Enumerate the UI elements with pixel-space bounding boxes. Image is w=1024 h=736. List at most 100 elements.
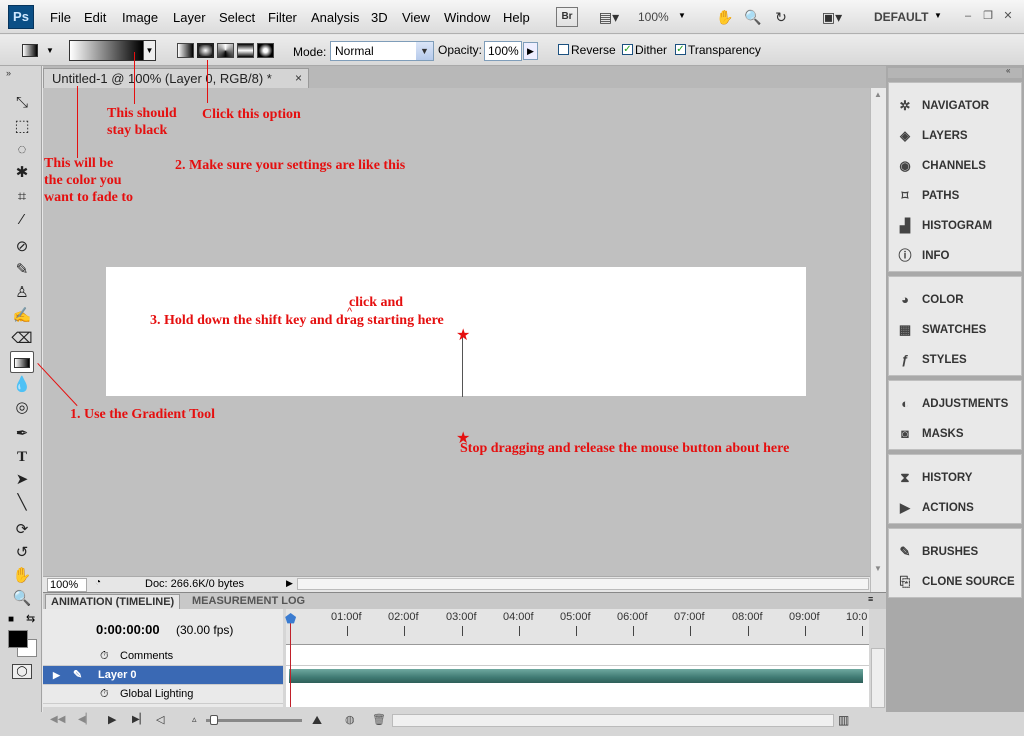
line-tool-icon[interactable]: ╲ xyxy=(10,492,34,514)
panel-swatches[interactable]: ▦ SWATCHES xyxy=(896,319,986,341)
layer-duration-bar[interactable] xyxy=(289,669,863,683)
stopwatch-icon[interactable]: ⏱ xyxy=(100,647,109,666)
timeline-vertical-scrollbar[interactable] xyxy=(871,648,885,708)
menu-3d[interactable]: 3D xyxy=(371,10,388,25)
first-frame-icon[interactable]: ◀◀ xyxy=(50,714,65,725)
vertical-scrollbar[interactable] xyxy=(870,88,886,592)
reverse-checkbox[interactable] xyxy=(558,44,569,55)
zoom-tool-icon[interactable]: 🔍 xyxy=(10,588,34,610)
tool-preset-icon[interactable] xyxy=(22,44,38,57)
tool-preset-dropdown-icon[interactable]: ▼ xyxy=(46,46,54,55)
quick-mask-icon[interactable]: ◯ xyxy=(12,664,32,679)
zoom-icon[interactable]: 🔍 xyxy=(742,7,764,27)
blur-tool-icon[interactable]: 💧 xyxy=(10,374,34,396)
eraser-tool-icon[interactable]: ⌫ xyxy=(10,328,34,350)
next-frame-icon[interactable]: ▶▏ xyxy=(132,714,147,725)
tab-measurement-log[interactable]: MEASUREMENT LOG xyxy=(187,594,310,609)
playhead[interactable] xyxy=(290,614,291,707)
lasso-tool-icon[interactable]: ◌ xyxy=(10,139,34,161)
hand-icon[interactable]: ✋ xyxy=(714,7,736,27)
timeline-row-layer-0[interactable]: ▶ ✎ Layer 0 xyxy=(43,666,283,685)
hand-tool-icon[interactable]: ✋ xyxy=(10,565,34,587)
previous-frame-icon[interactable]: ◀▏ xyxy=(78,714,93,725)
arrange-documents-icon[interactable]: ▣▾ xyxy=(814,7,850,27)
opacity-slider-icon[interactable]: ▶ xyxy=(523,42,538,60)
restore-icon[interactable]: ❐ xyxy=(980,8,996,24)
opacity-input[interactable]: 100% xyxy=(484,41,522,61)
expand-panels-icon[interactable]: « xyxy=(1006,66,1010,75)
menu-select[interactable]: Select xyxy=(219,10,255,25)
zoom-level[interactable]: 100% xyxy=(638,10,669,24)
panel-info[interactable]: ⓘ INFO xyxy=(896,245,949,267)
timeline-row-comments[interactable]: ⏱ Comments xyxy=(43,647,283,666)
document-close-icon[interactable]: × xyxy=(295,71,302,85)
default-colors-icon[interactable]: ■ xyxy=(8,614,14,625)
current-time-indicator-icon[interactable]: ⬟ xyxy=(285,611,296,627)
brush-tool-icon[interactable]: ✎ xyxy=(10,259,34,281)
menu-window[interactable]: Window xyxy=(444,10,490,25)
document-tab[interactable]: Untitled-1 @ 100% (Layer 0, RGB/8) * xyxy=(43,68,309,88)
swap-colors-icon[interactable]: ⇆ xyxy=(26,612,35,625)
panel-color[interactable]: ◕ COLOR xyxy=(896,289,963,311)
timeline-zoom-thumb[interactable] xyxy=(210,715,218,725)
horizontal-scrollbar[interactable] xyxy=(297,578,869,590)
panel-adjustments[interactable]: ◐ ADJUSTMENTS xyxy=(896,393,1008,415)
panel-styles[interactable]: ƒ STYLES xyxy=(896,349,966,371)
status-menu-arrow-icon[interactable]: ▶ xyxy=(286,578,293,589)
audio-icon[interactable]: ◁ xyxy=(156,713,164,726)
healing-brush-tool-icon[interactable]: ⊘ xyxy=(10,236,34,258)
play-icon[interactable]: ▶ xyxy=(108,713,116,726)
screen-mode-icon[interactable]: ▤▾ xyxy=(592,7,626,27)
menu-image[interactable]: Image xyxy=(122,10,158,25)
eyedropper-tool-icon[interactable]: ⁄ xyxy=(10,209,34,231)
diamond-gradient-button[interactable] xyxy=(257,43,274,58)
panel-clone-source[interactable]: ⎘ CLONE SOURCE xyxy=(896,571,1015,593)
timeline-row-global-lighting[interactable]: ⏱ Global Lighting xyxy=(43,685,283,704)
timeline-zoom-slider[interactable] xyxy=(206,719,302,722)
marquee-tool-icon[interactable]: ⬚ xyxy=(10,116,34,138)
status-zoom[interactable]: 100% xyxy=(47,578,87,592)
3d-rotate-tool-icon[interactable]: ⟳ xyxy=(10,519,34,541)
pen-tool-icon[interactable]: ✒ xyxy=(10,423,34,445)
panel-navigator[interactable]: ✲ NAVIGATOR xyxy=(896,95,990,117)
angle-gradient-button[interactable] xyxy=(217,43,234,58)
menu-layer[interactable]: Layer xyxy=(173,10,206,25)
scroll-up-icon[interactable]: ▲ xyxy=(874,90,882,99)
menu-analysis[interactable]: Analysis xyxy=(311,10,359,25)
status-info-icon[interactable]: ◔ xyxy=(95,577,101,588)
move-tool-icon[interactable]: ⤡ xyxy=(10,92,34,114)
linear-gradient-button[interactable] xyxy=(177,43,194,58)
menu-file[interactable]: File xyxy=(50,10,71,25)
zoom-in-timeline-icon[interactable]: ⛰ xyxy=(312,713,322,728)
tab-animation-timeline[interactable]: ANIMATION (TIMELINE) xyxy=(45,594,181,609)
workspace-switcher[interactable]: DEFAULT xyxy=(874,10,928,24)
path-selection-tool-icon[interactable]: ➤ xyxy=(10,469,34,491)
minimize-icon[interactable]: – xyxy=(960,8,976,24)
type-tool-icon[interactable]: T xyxy=(10,446,34,468)
close-icon[interactable]: ✕ xyxy=(1000,8,1016,24)
dither-checkbox[interactable]: ✓ xyxy=(622,44,633,55)
timecode[interactable]: 0:00:00:00 xyxy=(96,622,160,637)
menu-view[interactable]: View xyxy=(402,10,430,25)
delete-keyframe-icon[interactable]: 🗑 xyxy=(372,713,386,726)
zoom-out-timeline-icon[interactable]: ▵ xyxy=(192,714,197,725)
gradient-tool-icon[interactable] xyxy=(10,351,34,373)
history-brush-tool-icon[interactable]: ✍ xyxy=(10,305,34,327)
clone-stamp-tool-icon[interactable]: ♙ xyxy=(10,282,34,304)
menu-help[interactable]: Help xyxy=(503,10,530,25)
menu-filter[interactable]: Filter xyxy=(268,10,297,25)
panel-brushes[interactable]: ✎ BRUSHES xyxy=(896,541,979,563)
panel-paths[interactable]: ⌑ PATHS xyxy=(896,185,960,207)
bridge-icon[interactable]: Br xyxy=(556,7,578,27)
panel-layers[interactable]: ◈ LAYERS xyxy=(896,125,968,147)
dodge-tool-icon[interactable]: ◎ xyxy=(10,397,34,419)
panel-histogram[interactable]: ▟ HISTOGRAM xyxy=(896,215,992,237)
panel-masks[interactable]: ◙ MASKS xyxy=(896,423,963,445)
rotate-view-icon[interactable]: ↻ xyxy=(770,7,792,27)
scroll-down-icon[interactable]: ▼ xyxy=(874,564,882,573)
transparency-checkbox[interactable]: ✓ xyxy=(675,44,686,55)
foreground-color-swatch[interactable] xyxy=(8,630,28,648)
reflected-gradient-button[interactable] xyxy=(237,43,254,58)
mode-dropdown-icon[interactable]: ▼ xyxy=(416,42,433,60)
stopwatch-icon[interactable]: ⏱ xyxy=(100,685,109,704)
